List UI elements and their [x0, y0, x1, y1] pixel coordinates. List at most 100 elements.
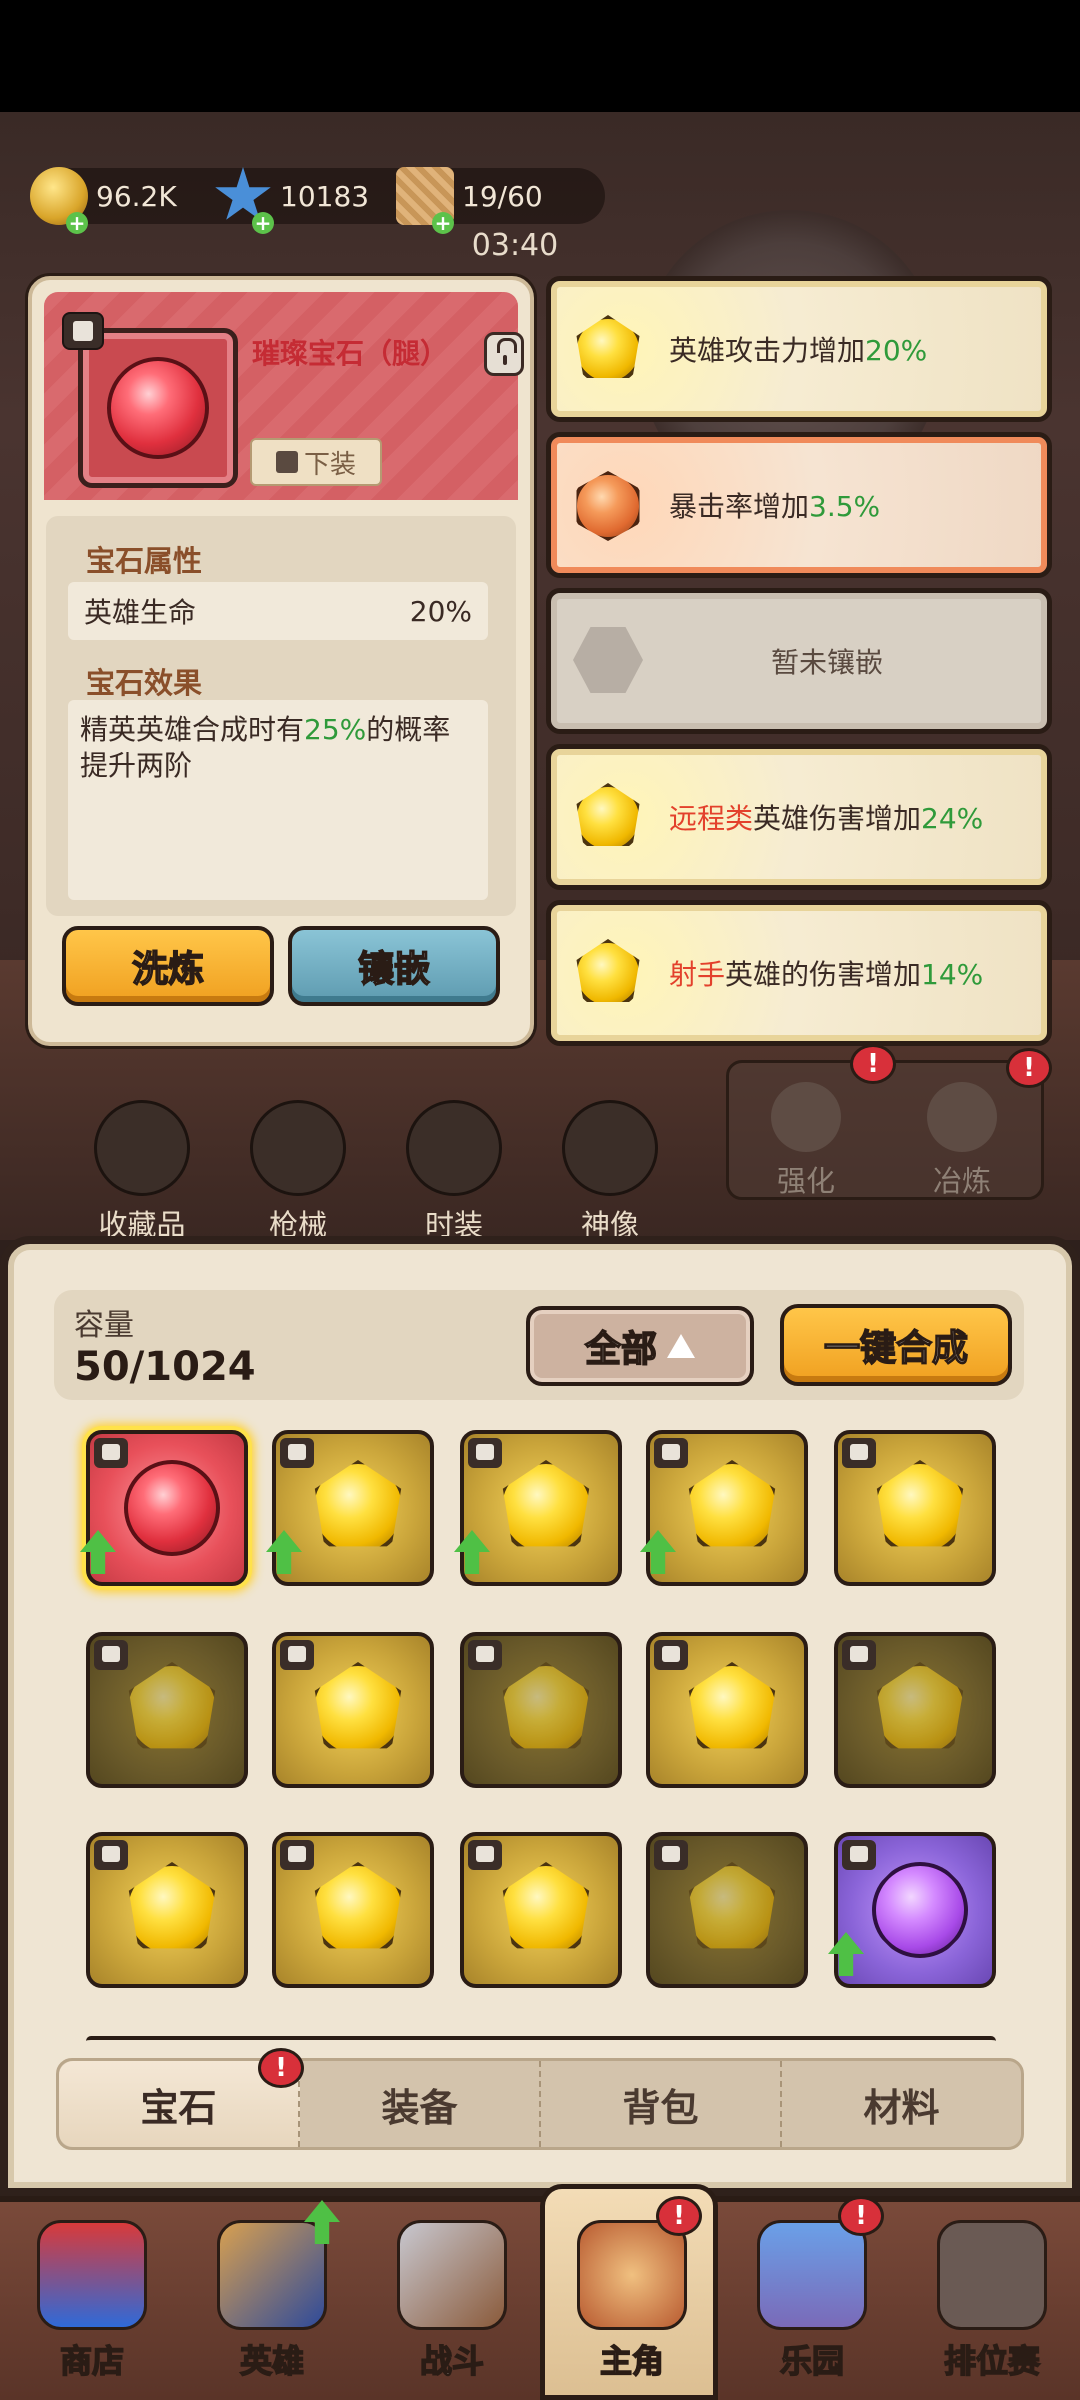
gold-gem-icon	[576, 783, 640, 846]
inventory-cell[interactable]	[460, 1832, 622, 1988]
inventory-cell[interactable]	[272, 1832, 434, 1988]
equip-slot-icon	[468, 1840, 502, 1870]
park-alert-icon: !	[838, 2196, 884, 2236]
game-screen: { "resources":[ {"name":"coins","value":…	[0, 0, 1080, 2400]
inlay-button[interactable]: 镶嵌	[288, 926, 500, 1006]
inventory-cell[interactable]	[272, 1632, 434, 1788]
amber-gem-icon	[576, 471, 640, 541]
stamina-resource[interactable]: 19/60	[396, 167, 543, 225]
add-coins-icon[interactable]: +	[66, 212, 88, 234]
refine-button[interactable]: 洗炼	[62, 926, 274, 1006]
collectibles-button[interactable]: 收藏品	[82, 1100, 202, 1244]
inventory-cell[interactable]	[86, 1832, 248, 1988]
enhance-alert-icon: !	[850, 1044, 896, 1084]
socket-5-text: 射手英雄的伤害增加14%	[669, 958, 984, 991]
nav-main-label: 主角	[599, 2341, 665, 2381]
tab-bag[interactable]: 背包	[541, 2061, 782, 2147]
nav-park[interactable]: 乐园	[732, 2220, 892, 2382]
nav-heroes[interactable]: 英雄	[192, 2220, 352, 2382]
inventory-cell[interactable]	[454, 1430, 622, 1586]
capacity-label: 容量	[74, 1308, 134, 1343]
inventory-cell[interactable]	[86, 1632, 248, 1788]
gem-effect-title: 宝石效果	[86, 666, 203, 700]
gem-socket-2[interactable]: 暴击率增加3.5%	[546, 432, 1052, 578]
tab-materials[interactable]: 材料	[782, 2061, 1021, 2147]
smelt-button[interactable]: 冶炼	[902, 1082, 1022, 1200]
enhance-button[interactable]: 强化	[746, 1082, 866, 1200]
inventory-cell[interactable]	[646, 1632, 808, 1788]
inventory-cell[interactable]	[646, 1832, 808, 1988]
locked-wings-icon	[937, 2220, 1047, 2330]
nav-ranked[interactable]: 排位赛	[912, 2220, 1072, 2382]
gem-info-header: 璀璨宝石（腿） 下装	[44, 292, 524, 500]
inventory-cell[interactable]	[80, 1430, 248, 1586]
upgrade-arrow-icon	[80, 1530, 116, 1574]
fashion-button[interactable]: 时装	[394, 1100, 514, 1244]
inventory-cell[interactable]	[834, 1632, 996, 1788]
cards-icon	[217, 2220, 327, 2330]
lock-icon[interactable]	[484, 332, 524, 376]
star-resource[interactable]: 10183	[214, 167, 369, 224]
equip-slot-icon	[280, 1640, 314, 1670]
gem-socket-4[interactable]: 远程类英雄伤害增加24%	[546, 744, 1052, 890]
gold-gem-icon	[688, 1460, 776, 1547]
crystal-ball-icon	[94, 1100, 190, 1196]
effect-text-1: 精英英雄合成时有	[80, 713, 305, 746]
equip-slot-icon	[280, 1438, 314, 1468]
merge-all-button[interactable]: 一键合成	[780, 1304, 1012, 1386]
equip-slot-icon	[842, 1438, 876, 1468]
equip-slot-icon	[654, 1840, 688, 1870]
add-stars-icon[interactable]: +	[252, 212, 274, 234]
gold-gem-icon	[502, 1662, 590, 1749]
equip-slot-icon	[654, 1640, 688, 1670]
pants-icon	[275, 451, 298, 473]
equip-slot-icon	[94, 1640, 128, 1670]
gold-gem-icon	[876, 1662, 964, 1749]
inventory-cell[interactable]	[266, 1430, 434, 1586]
gold-gem-icon	[314, 1460, 402, 1547]
gem-attr-title: 宝石属性	[86, 544, 203, 578]
slot-tag: 下装	[250, 438, 382, 486]
equip-slot-icon	[280, 1840, 314, 1870]
filter-dropdown[interactable]: 全部	[526, 1306, 754, 1386]
inventory-cell[interactable]	[828, 1832, 996, 1988]
slot-tag-label: 下装	[303, 449, 356, 480]
gold-gem-icon	[688, 1662, 776, 1749]
gold-gem-icon	[688, 1862, 776, 1949]
inventory-cell[interactable]	[834, 1430, 996, 1586]
enhance-label: 强化	[776, 1164, 835, 1198]
stamina-value: 19/60	[462, 179, 543, 213]
swords-icon	[397, 2220, 507, 2330]
smelt-label: 冶炼	[932, 1164, 991, 1198]
gold-gem-icon	[876, 1460, 964, 1547]
statue-button[interactable]: 神像	[550, 1100, 670, 1244]
coin-resource[interactable]: 96.2K	[30, 167, 177, 225]
nav-shop-label: 商店	[59, 2341, 125, 2381]
upgrade-arrow-icon	[828, 1932, 864, 1976]
inventory-cell[interactable]	[640, 1430, 808, 1586]
stamina-timer: 03:40	[471, 228, 559, 263]
firearms-button[interactable]: 枪械	[238, 1100, 358, 1244]
attr-value: 20%	[409, 594, 472, 628]
nav-battle[interactable]: 战斗	[372, 2220, 532, 2382]
equip-slot-icon	[842, 1640, 876, 1670]
inventory-cell[interactable]	[460, 1632, 622, 1788]
gem-socket-3[interactable]: 暂未镶嵌	[546, 588, 1052, 734]
enhance-arrow-icon	[771, 1082, 841, 1152]
gold-gem-icon	[502, 1460, 590, 1547]
nav-hero-main[interactable]: 主角	[552, 2220, 712, 2382]
upgrade-arrow-icon	[266, 1530, 302, 1574]
nav-shop[interactable]: 商店	[12, 2220, 172, 2382]
coin-value: 96.2K	[96, 179, 177, 213]
ruby-gem-icon	[107, 357, 209, 459]
gem-socket-5[interactable]: 射手英雄的伤害增加14%	[546, 900, 1052, 1046]
smelt-alert-icon: !	[1006, 1048, 1052, 1088]
effect-chance: 25%	[304, 713, 367, 746]
main-alert-icon: !	[656, 2196, 702, 2236]
empty-socket-icon	[573, 627, 643, 693]
socket-2-text: 暴击率增加3.5%	[669, 490, 881, 523]
add-stamina-icon[interactable]: +	[432, 212, 454, 234]
tab-equipment[interactable]: 装备	[300, 2061, 541, 2147]
gem-socket-1[interactable]: 英雄攻击力增加20%	[546, 276, 1052, 422]
gold-gem-icon	[576, 315, 640, 378]
